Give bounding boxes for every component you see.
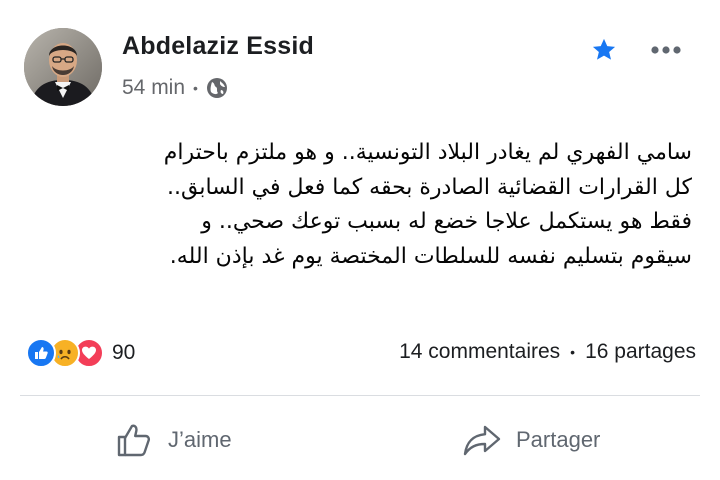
post-meta: 54 min •: [122, 76, 228, 100]
meta-separator: •: [193, 80, 198, 96]
reactions-summary[interactable]: 90: [26, 338, 135, 368]
thumbs-up-icon: [114, 420, 154, 460]
post-body-line: سامي الفهري لم يغادر البلاد التونسية.. و…: [163, 140, 692, 165]
favorite-star-icon[interactable]: [590, 36, 618, 64]
more-options-icon[interactable]: [646, 36, 686, 64]
action-divider: [20, 395, 700, 396]
globe-icon[interactable]: [206, 77, 228, 99]
post-body-line: كل القرارات القضائية الصادرة بحقه كما فع…: [167, 174, 692, 200]
share-button[interactable]: Partager: [462, 418, 600, 462]
post-body-line: سيقوم بتسليم نفسه للسلطات المختصة يوم غد…: [169, 243, 692, 269]
like-button-label: J’aime: [168, 427, 232, 452]
share-arrow-icon: [462, 420, 502, 460]
like-button[interactable]: J’aime: [114, 418, 232, 462]
post-card: Abdelaziz Essid 54 min • سامي الفهري لم …: [0, 0, 720, 472]
author-name[interactable]: Abdelaziz Essid: [122, 32, 314, 61]
comments-count[interactable]: 14 commentaires: [399, 340, 560, 364]
engagement-counts: 14 commentaires • 16 partages: [399, 340, 696, 364]
reaction-count[interactable]: 90: [112, 341, 135, 365]
counts-separator: •: [570, 344, 576, 360]
avatar[interactable]: [24, 28, 102, 106]
share-button-label: Partager: [516, 427, 601, 452]
shares-count[interactable]: 16 partages: [585, 340, 696, 364]
like-reaction-icon: [26, 338, 56, 368]
post-body: سامي الفهري لم يغادر البلاد التونسية.. و…: [28, 136, 692, 274]
post-body-line: فقط هو يستكمل علاجا خضع له بسبب توعك صحي…: [201, 209, 692, 234]
post-time[interactable]: 54 min: [122, 76, 185, 100]
